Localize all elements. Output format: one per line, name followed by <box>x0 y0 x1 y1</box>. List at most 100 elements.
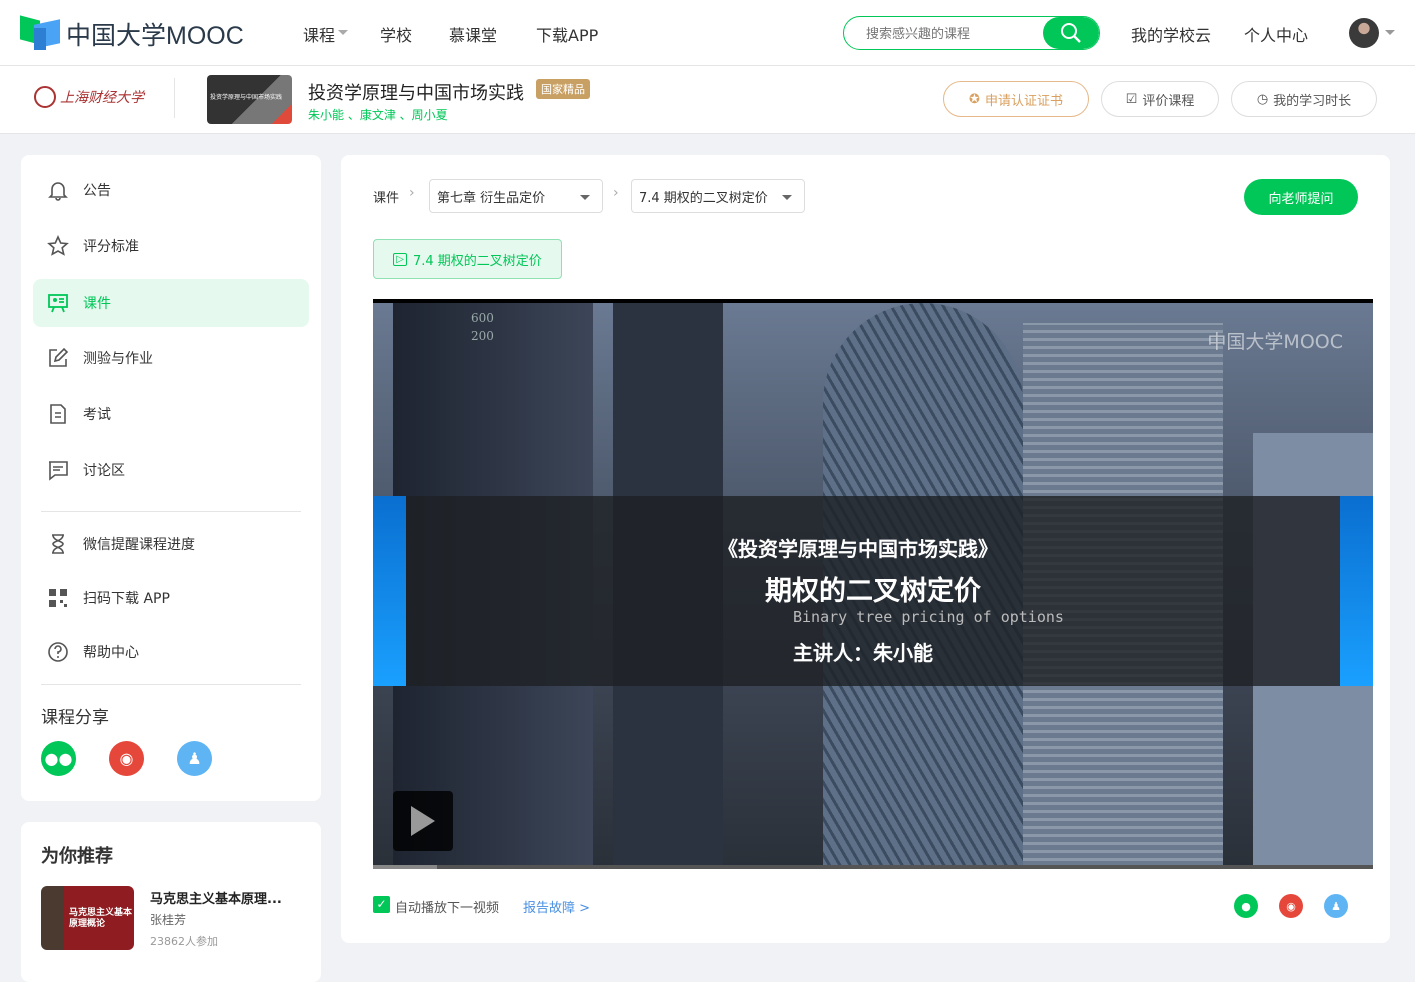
video-progress-fill <box>373 865 437 869</box>
weibo-icon: ◉ <box>119 749 134 768</box>
video-bg-numbers: 600 200 <box>471 311 494 343</box>
bell-icon <box>48 182 68 201</box>
breadcrumb-root: 课件 <box>373 191 400 206</box>
button-label: 评价课程 <box>1142 93 1195 109</box>
share-weibo-button[interactable]: ◉ <box>1279 894 1303 918</box>
share-title: 课程分享 <box>41 708 109 728</box>
mooc-logo[interactable]: 中国大学MOOC <box>20 15 244 52</box>
divider <box>41 684 301 685</box>
video-watermark: 中国大学MOOC <box>1207 331 1343 353</box>
avatar[interactable] <box>1349 18 1379 48</box>
share-qq-button[interactable]: ♟ <box>1324 894 1348 918</box>
school-cloud-link[interactable]: 我的学校云 <box>1131 22 1211 46</box>
qrcode-icon <box>49 589 67 607</box>
edit-icon <box>49 347 69 367</box>
recommend-card: 为你推荐 马克思主义基本原理概论 马克思主义基本原理... 张桂芳 23862人… <box>21 822 321 982</box>
ask-teacher-button[interactable]: 向老师提问 <box>1244 179 1358 215</box>
nav-courses[interactable]: 课程 <box>303 22 349 46</box>
search-icon <box>1061 23 1081 43</box>
sidebar-item-label: 扫码下载 APP <box>83 591 170 607</box>
share-wechat-button[interactable]: ●● <box>41 741 76 776</box>
autoplay-checkbox[interactable]: ✓ <box>373 896 390 913</box>
autoplay-label[interactable]: 自动播放下一视频 <box>395 897 499 916</box>
school-logo[interactable]: 上海财经大学 <box>34 86 144 108</box>
nav-schools[interactable]: 学校 <box>380 22 412 46</box>
play-icon <box>411 806 435 836</box>
sidebar-item-courseware[interactable]: 课件 <box>33 279 309 327</box>
course-cover: 投资学原理与中国市场实践 <box>207 75 292 124</box>
wechat-icon: ● <box>1241 899 1251 913</box>
help-icon <box>48 642 68 662</box>
personal-center-link[interactable]: 个人中心 <box>1244 22 1308 46</box>
share-qq-button[interactable]: ♟ <box>177 741 212 776</box>
video-subtitle-en: Binary tree pricing of options <box>793 608 1064 626</box>
video-player[interactable]: 600 200 中国大学MOOC 《投资学原理与中国市场实践》 期权的二叉树定价 … <box>373 299 1373 869</box>
search-button[interactable] <box>1043 17 1099 49</box>
rate-course-button[interactable]: ☑ 评价课程 <box>1101 81 1219 117</box>
study-time-button[interactable]: ◷ 我的学习时长 <box>1231 81 1377 117</box>
sidebar-item-label: 微信提醒课程进度 <box>83 537 195 553</box>
sidebar-item-download-app[interactable]: 扫码下载 APP <box>33 574 309 622</box>
recommend-teacher: 张桂芳 <box>150 913 187 927</box>
chevron-down-icon <box>338 30 349 40</box>
award-icon: ✪ <box>969 91 980 107</box>
chevron-down-icon <box>782 195 792 205</box>
divider <box>174 78 175 118</box>
search-box <box>843 16 1100 50</box>
chevron-right-icon: › <box>613 185 619 201</box>
sidebar: 公告 评分标准 课件 测验与作业 考试 讨论区 微信提醒课程进度 扫码下载 AP… <box>21 155 321 801</box>
weibo-icon: ◉ <box>1286 899 1296 913</box>
report-issue-link[interactable]: 报告故障 > <box>523 897 590 916</box>
select-value: 7.4 期权的二叉树定价 <box>639 190 768 206</box>
sidebar-item-wechat-reminder[interactable]: 微信提醒课程进度 <box>33 520 309 568</box>
sidebar-item-label: 讨论区 <box>83 463 125 479</box>
check-icon: ✓ <box>376 897 387 911</box>
top-nav: 中国大学MOOC 课程 学校 慕课堂 下载APP 我的学校云 个人中心 <box>0 0 1415 66</box>
share-weibo-button[interactable]: ◉ <box>109 741 144 776</box>
course-title: 投资学原理与中国市场实践 <box>308 83 524 104</box>
national-badge: 国家精品 <box>536 79 590 99</box>
button-label: 申请认证证书 <box>984 93 1063 109</box>
avatar-dropdown-icon[interactable] <box>1385 30 1395 40</box>
recommend-course-cover[interactable]: 马克思主义基本原理概论 <box>41 886 134 950</box>
cover-text: 马克思主义基本原理概论 <box>69 908 133 929</box>
cover-text: 投资学原理与中国市场实践 <box>210 94 283 101</box>
sidebar-item-quiz[interactable]: 测验与作业 <box>33 334 309 382</box>
recommend-title: 为你推荐 <box>41 846 113 867</box>
video-progress-bar[interactable] <box>373 865 1373 869</box>
comment-icon <box>49 461 68 481</box>
divider <box>41 511 301 512</box>
share-wechat-button[interactable]: ● <box>1234 894 1258 918</box>
video-title: 期权的二叉树定价 <box>765 576 981 607</box>
sidebar-item-discussion[interactable]: 讨论区 <box>33 446 309 494</box>
sidebar-item-announcement[interactable]: 公告 <box>33 166 309 214</box>
sidebar-item-label: 帮助中心 <box>83 645 139 661</box>
unit-tab-video[interactable]: ▷ 7.4 期权的二叉树定价 <box>373 239 562 279</box>
sidebar-item-grading[interactable]: 评分标准 <box>33 222 309 270</box>
sidebar-item-exam[interactable]: 考试 <box>33 390 309 438</box>
apply-certificate-button[interactable]: ✪ 申请认证证书 <box>943 81 1089 117</box>
sidebar-item-label: 测验与作业 <box>83 351 153 367</box>
nav-mooc-class[interactable]: 慕课堂 <box>449 22 497 46</box>
tab-label: 7.4 期权的二叉树定价 <box>412 253 542 269</box>
chapter-select[interactable]: 第七章 衍生品定价 <box>429 179 603 213</box>
sidebar-item-help[interactable]: 帮助中心 <box>33 628 309 676</box>
course-teachers[interactable]: 朱小能 、康文津 、周小夏 <box>308 106 448 123</box>
clock-icon: ◷ <box>1256 91 1269 107</box>
logo-icon <box>20 15 60 50</box>
search-input[interactable] <box>844 17 1044 49</box>
sidebar-item-label: 考试 <box>83 407 111 423</box>
button-label: 我的学习时长 <box>1273 93 1352 109</box>
sidebar-item-label: 课件 <box>83 296 111 312</box>
star-icon <box>47 235 69 256</box>
nav-label: 课程 <box>303 26 336 45</box>
nav-download-app[interactable]: 下载APP <box>536 22 598 46</box>
course-header: 上海财经大学 投资学原理与中国市场实践 投资学原理与中国市场实践 国家精品 朱小… <box>0 66 1415 134</box>
lesson-select[interactable]: 7.4 期权的二叉树定价 <box>631 179 805 213</box>
recommend-course-title[interactable]: 马克思主义基本原理... <box>150 888 282 907</box>
play-button[interactable] <box>393 791 453 851</box>
sidebar-item-label: 评分标准 <box>83 239 139 255</box>
wechat-icon: ●● <box>44 749 73 768</box>
recommend-count: 23862人参加 <box>150 935 218 948</box>
courseware-icon <box>48 294 68 313</box>
